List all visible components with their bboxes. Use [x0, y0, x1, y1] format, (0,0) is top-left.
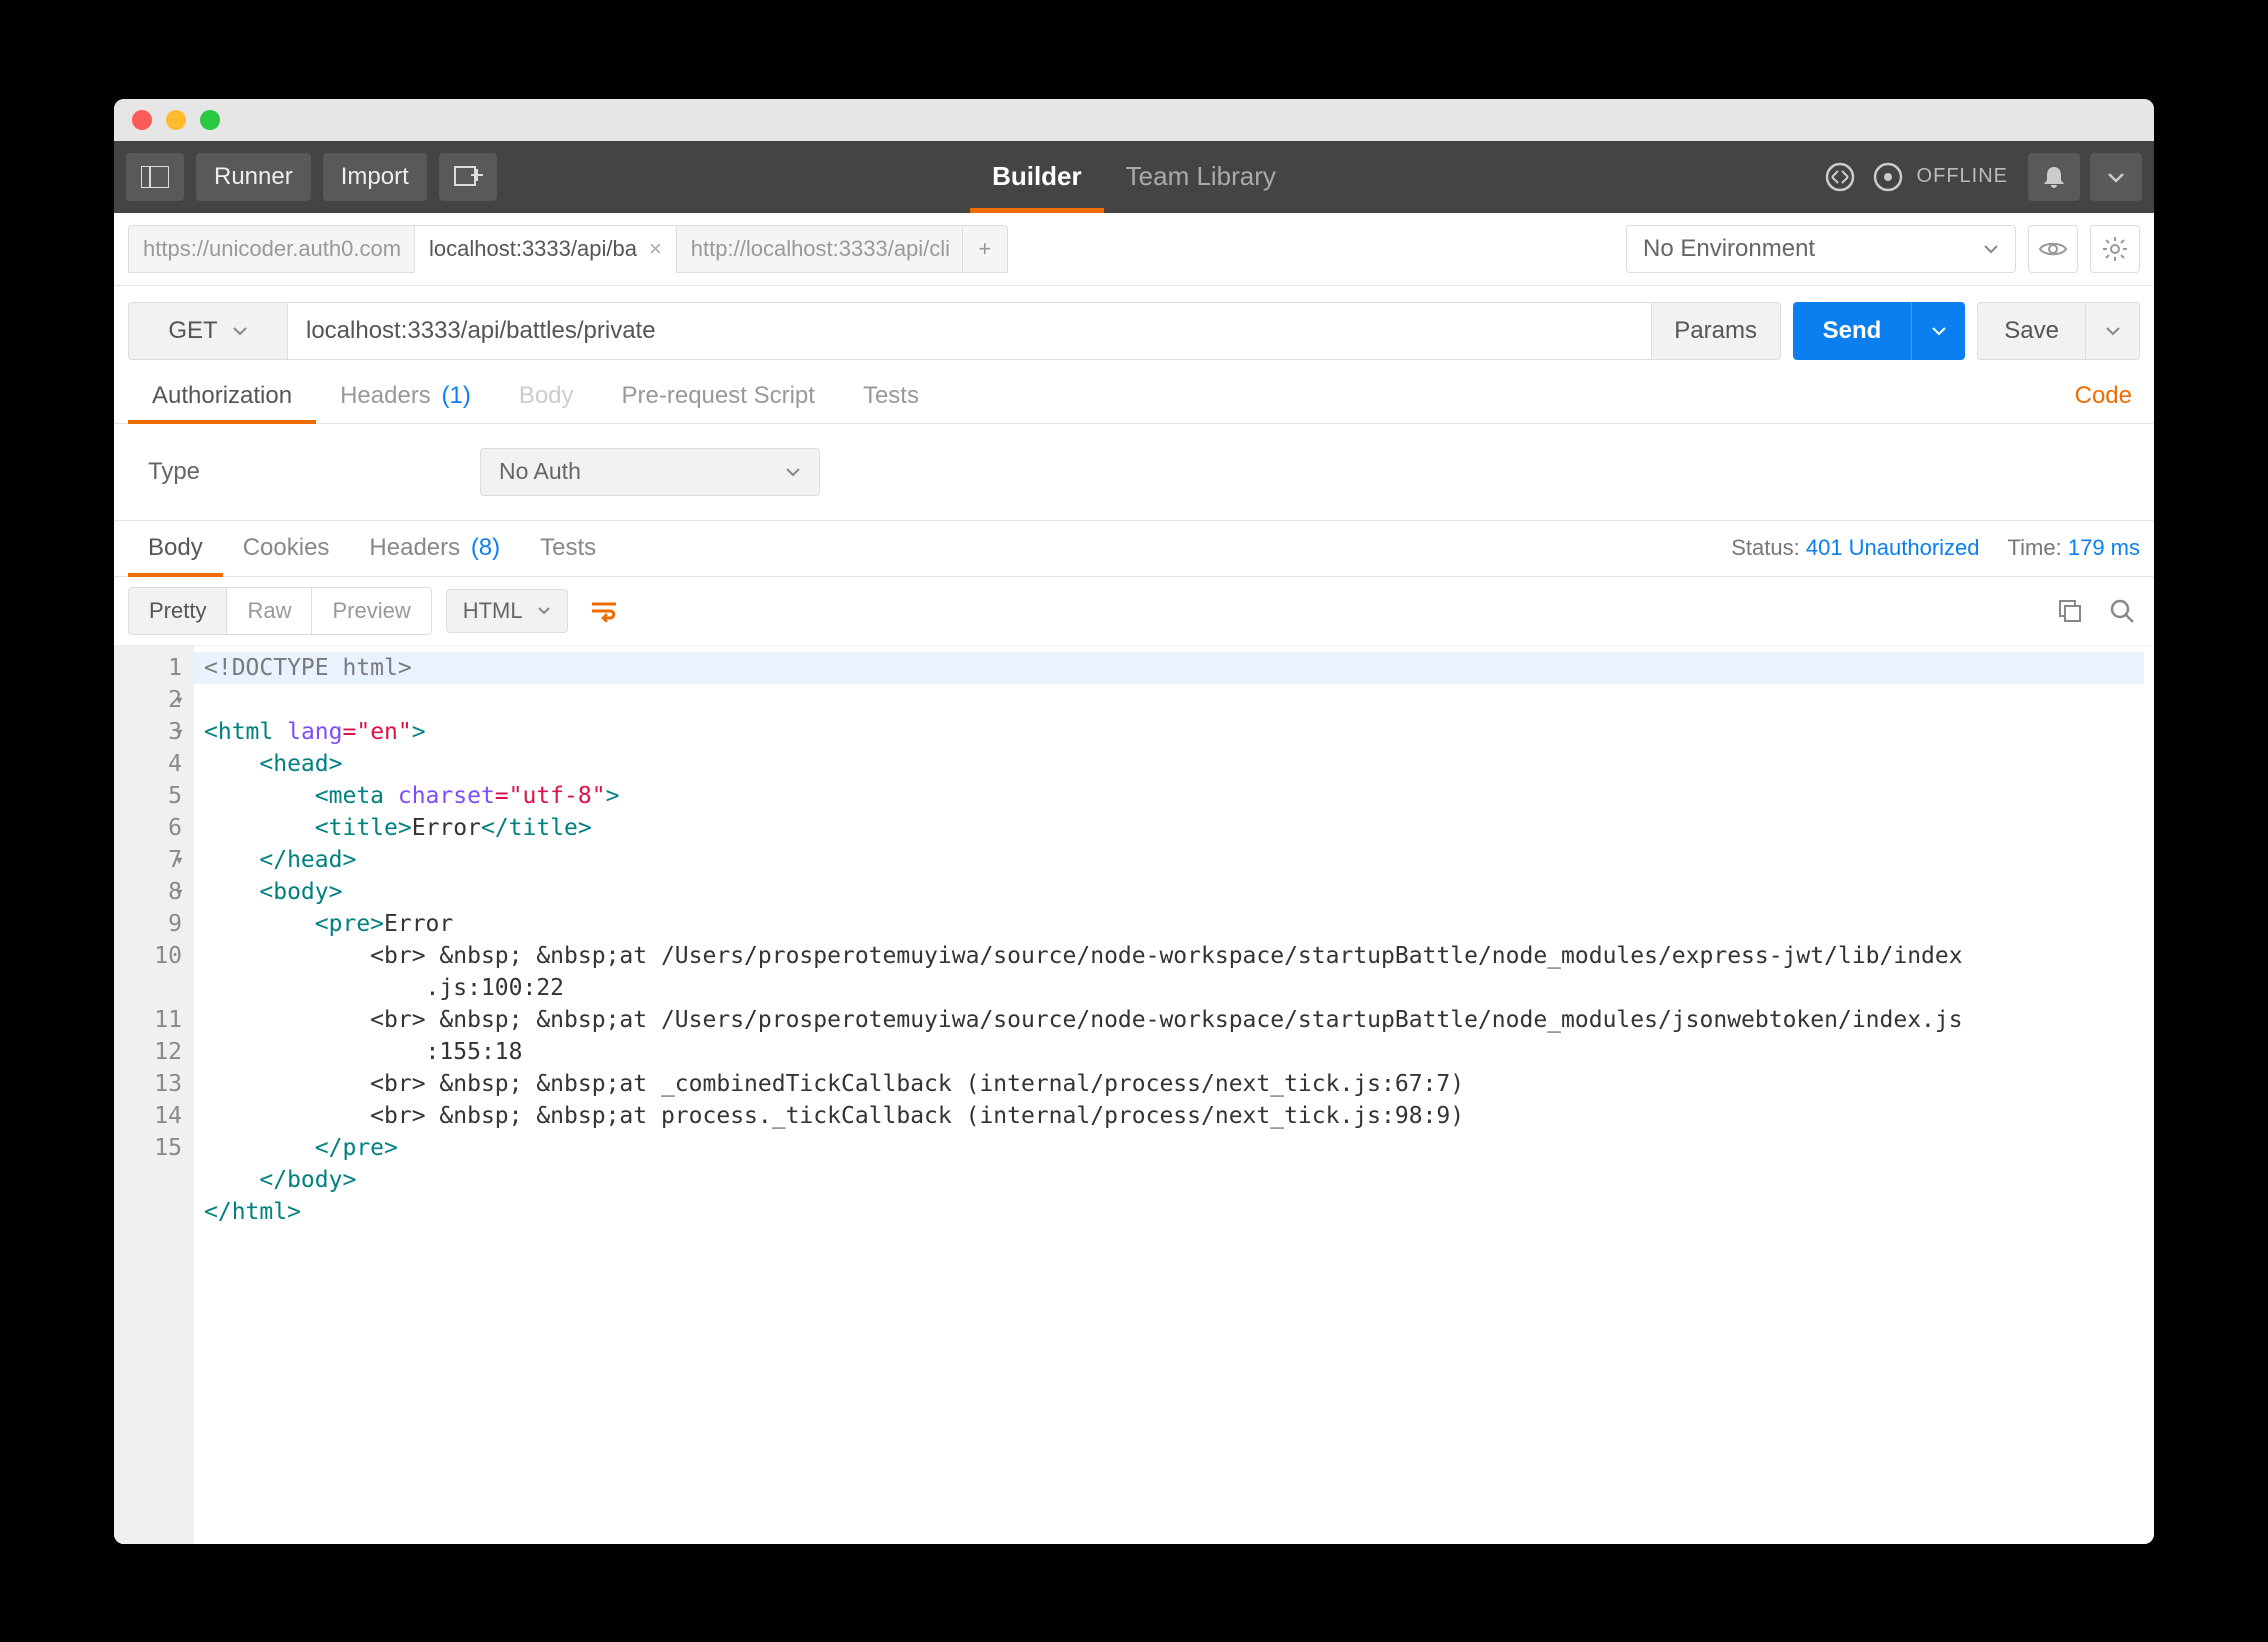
send-button[interactable]: Send	[1793, 302, 1912, 360]
import-button[interactable]: Import	[323, 153, 427, 201]
auth-type-select[interactable]: No Auth	[480, 448, 820, 496]
runner-button[interactable]: Runner	[196, 153, 311, 201]
status-label: Status:	[1731, 535, 1799, 560]
status-value: 401 Unauthorized	[1806, 535, 1980, 560]
window-titlebar	[114, 99, 2154, 141]
format-select[interactable]: HTML	[446, 589, 568, 633]
environment-value: No Environment	[1643, 235, 1815, 263]
window-close-button[interactable]	[132, 110, 152, 130]
sync-icon[interactable]	[1821, 158, 1859, 196]
line-number: 2▾	[114, 684, 182, 716]
line-number: 9	[114, 908, 182, 940]
res-tab-headers-count: (8)	[471, 534, 500, 562]
res-tab-headers-label: Headers	[369, 534, 460, 562]
manage-environments-button[interactable]	[2090, 225, 2140, 273]
line-number: 3▾	[114, 716, 182, 748]
builder-tab[interactable]: Builder	[970, 141, 1104, 213]
wrap-lines-button[interactable]	[582, 589, 626, 633]
response-code[interactable]: <!DOCTYPE html> <html lang="en"> <head> …	[194, 646, 2154, 1544]
res-tab-cookies[interactable]: Cookies	[223, 521, 350, 576]
response-body-toolbar: Pretty Raw Preview HTML	[114, 577, 2154, 646]
response-code-area: 1 2▾ 3▾ 4 5 6 7▾ 8▾ 9 10 11 12 13 14 15 …	[114, 646, 2154, 1544]
res-tab-body[interactable]: Body	[128, 521, 223, 576]
tab-headers-count: (1)	[441, 382, 470, 410]
quick-look-button[interactable]	[2028, 225, 2078, 273]
interceptor-icon[interactable]	[1869, 158, 1907, 196]
line-number: 1	[114, 652, 182, 684]
request-tab-2-label: http://localhost:3333/api/cli	[691, 236, 950, 262]
line-number: 5	[114, 780, 182, 812]
line-number: 13	[114, 1068, 182, 1100]
line-number: 7▾	[114, 844, 182, 876]
request-tab-1[interactable]: localhost:3333/api/ba ×	[414, 225, 676, 273]
view-mode-group: Pretty Raw Preview	[128, 587, 432, 635]
method-value: GET	[168, 317, 217, 345]
tab-authorization[interactable]: Authorization	[128, 370, 316, 423]
menu-dropdown-button[interactable]	[2090, 153, 2142, 201]
url-bar: GET Params Send Save	[114, 286, 2154, 370]
view-preview-button[interactable]: Preview	[312, 588, 430, 634]
line-number: 8▾	[114, 876, 182, 908]
close-tab-icon[interactable]: ×	[649, 236, 662, 262]
time-label: Time:	[2008, 535, 2062, 560]
window-maximize-button[interactable]	[200, 110, 220, 130]
line-number: 4	[114, 748, 182, 780]
save-dropdown[interactable]	[2086, 302, 2140, 360]
offline-label: OFFLINE	[1917, 165, 2008, 188]
line-number: 11	[114, 1004, 182, 1036]
tab-headers[interactable]: Headers (1)	[316, 370, 495, 423]
search-response-button[interactable]	[2104, 593, 2140, 629]
tab-environment-row: https://unicoder.auth0.com localhost:333…	[114, 213, 2154, 286]
environment-select[interactable]: No Environment	[1626, 225, 2016, 273]
response-meta: Status: 401 Unauthorized Time: 179 ms	[1731, 535, 2140, 561]
authorization-panel: Type No Auth	[114, 424, 2154, 521]
copy-response-button[interactable]	[2052, 593, 2088, 629]
save-button[interactable]: Save	[1977, 302, 2086, 360]
line-number: 15	[114, 1132, 182, 1164]
auth-type-value: No Auth	[499, 458, 581, 485]
res-tab-headers[interactable]: Headers (8)	[349, 521, 520, 576]
format-value: HTML	[463, 598, 523, 624]
notifications-button[interactable]	[2028, 153, 2080, 201]
window-minimize-button[interactable]	[166, 110, 186, 130]
tab-prerequest[interactable]: Pre-request Script	[598, 370, 839, 423]
url-input[interactable]	[288, 302, 1652, 360]
code-link[interactable]: Code	[2075, 382, 2140, 410]
params-button[interactable]: Params	[1651, 302, 1781, 360]
request-tab-0-label: https://unicoder.auth0.com	[143, 236, 401, 262]
tab-body[interactable]: Body	[495, 370, 598, 423]
main-toolbar: Runner Import Builder Team Library OFFLI…	[114, 141, 2154, 213]
add-tab-button[interactable]: +	[962, 225, 1008, 273]
tab-tests[interactable]: Tests	[839, 370, 943, 423]
request-tab-1-label: localhost:3333/api/ba	[429, 236, 637, 262]
res-tab-tests[interactable]: Tests	[520, 521, 616, 576]
view-pretty-button[interactable]: Pretty	[129, 588, 227, 634]
new-tab-button[interactable]	[439, 153, 497, 201]
request-tab-2[interactable]: http://localhost:3333/api/cli	[676, 225, 962, 273]
method-select[interactable]: GET	[128, 302, 288, 360]
line-gutter: 1 2▾ 3▾ 4 5 6 7▾ 8▾ 9 10 11 12 13 14 15	[114, 646, 194, 1544]
tab-headers-label: Headers	[340, 382, 431, 410]
line-number: 14	[114, 1100, 182, 1132]
response-tabs: Body Cookies Headers (8) Tests Status: 4…	[114, 521, 2154, 577]
auth-type-label: Type	[148, 458, 200, 486]
request-subtabs: Authorization Headers (1) Body Pre-reque…	[114, 370, 2154, 424]
line-number: 6	[114, 812, 182, 844]
app-window: Runner Import Builder Team Library OFFLI…	[114, 99, 2154, 1544]
time-value: 179 ms	[2068, 535, 2140, 560]
team-library-tab[interactable]: Team Library	[1104, 141, 1298, 213]
request-tabs: https://unicoder.auth0.com localhost:333…	[128, 225, 1008, 273]
line-number: 12	[114, 1036, 182, 1068]
send-dropdown[interactable]	[1911, 302, 1965, 360]
request-tab-0[interactable]: https://unicoder.auth0.com	[128, 225, 414, 273]
view-raw-button[interactable]: Raw	[227, 588, 312, 634]
line-number: 10	[114, 940, 182, 1004]
toggle-sidebar-button[interactable]	[126, 153, 184, 201]
